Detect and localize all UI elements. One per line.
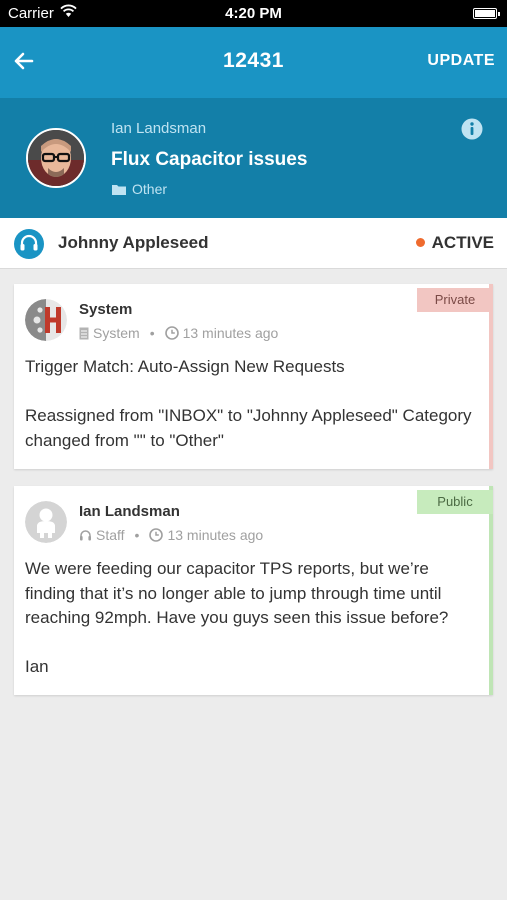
message-time: 13 minutes ago (167, 527, 264, 543)
nav-bar: 12431 UPDATE (0, 27, 507, 98)
info-icon[interactable] (461, 118, 483, 140)
folder-icon (112, 185, 126, 195)
message-body: We were feeding our capacitor TPS report… (25, 557, 480, 680)
message-body: Trigger Match: Auto-Assign New Requests … (25, 355, 480, 453)
clock-icon (164, 326, 179, 340)
status-label: ACTIVE (431, 233, 494, 252)
requester-avatar (26, 128, 86, 188)
headset-icon (80, 530, 91, 541)
assignee-bar[interactable]: Johnny Appleseed ACTIVE (0, 218, 507, 269)
ticket-category: Other (111, 181, 167, 197)
message-author: Ian Landsman (79, 503, 180, 520)
default-user-avatar (25, 501, 67, 543)
message-paragraph: Trigger Match: Auto-Assign New Requests (25, 357, 345, 376)
message-meta: System • 13 minutes ago (79, 325, 278, 341)
assignee-name: Johnny Appleseed (58, 233, 209, 252)
server-icon (79, 327, 89, 340)
ticket-header: Ian Landsman Flux Capacitor issues Other (0, 98, 507, 218)
battery-icon (473, 8, 500, 19)
status-dot (415, 238, 425, 247)
message-card[interactable]: Public Ian Landsman Staff • 13 minutes ag… (14, 486, 493, 695)
status-bar: Carrier 4:20 PM (0, 0, 507, 27)
visibility-badge: Public (417, 490, 493, 514)
meta-separator: • (134, 527, 140, 543)
message-paragraph: Ian (25, 657, 49, 676)
message-card[interactable]: Private System System • 13 minutes ago Tr… (14, 284, 493, 469)
category-label: Other (132, 181, 168, 197)
clock: 4:20 PM (225, 5, 282, 22)
headset-icon (14, 229, 44, 259)
visibility-badge: Private (417, 288, 493, 312)
meta-separator: • (149, 325, 155, 341)
message-paragraph: We were feeding our capacitor TPS report… (25, 559, 449, 627)
message-paragraph: Reassigned from "INBOX" to "Johnny Apple… (25, 406, 472, 450)
author-role: System (93, 325, 140, 341)
clock-icon (149, 528, 164, 542)
requester-name: Ian Landsman (111, 120, 207, 137)
update-button[interactable]: UPDATE (427, 52, 495, 70)
ticket-subject: Flux Capacitor issues (111, 149, 308, 170)
author-role: Staff (96, 527, 125, 543)
system-avatar (25, 299, 67, 341)
status-badge[interactable]: ACTIVE (415, 233, 494, 253)
message-time: 13 minutes ago (182, 325, 279, 341)
message-meta: Staff • 13 minutes ago (79, 527, 263, 543)
message-author: System (79, 301, 133, 318)
